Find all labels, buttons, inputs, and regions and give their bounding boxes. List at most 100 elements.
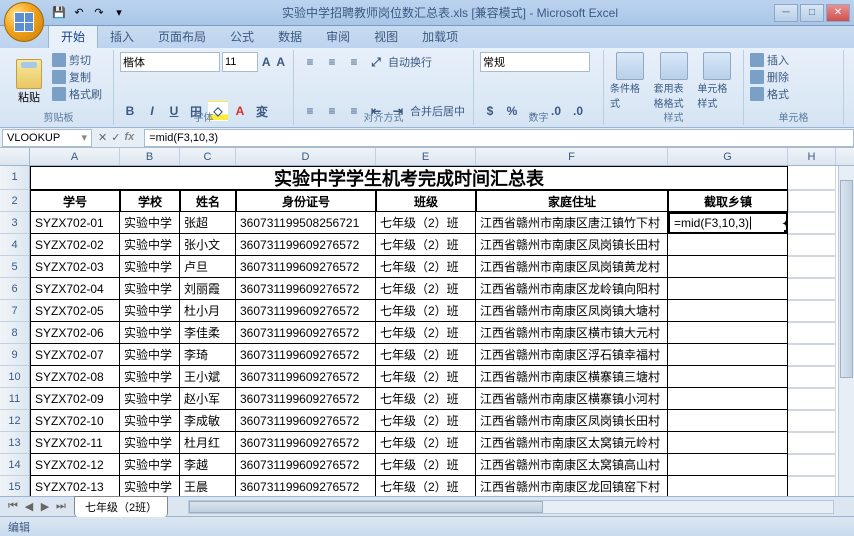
- cell[interactable]: SYZX702-02: [30, 234, 120, 256]
- sheet-title[interactable]: 实验中学学生机考完成时间汇总表: [30, 166, 788, 190]
- cell[interactable]: 李琦: [180, 344, 236, 366]
- cell[interactable]: 七年级（2）班: [376, 432, 476, 454]
- cell[interactable]: 实验中学: [120, 344, 180, 366]
- col-header[interactable]: D: [236, 148, 376, 165]
- cell[interactable]: [668, 366, 788, 388]
- vertical-scrollbar[interactable]: [838, 166, 854, 496]
- cell[interactable]: SYZX702-09: [30, 388, 120, 410]
- cell[interactable]: 江西省赣州市南康区凤岗镇长田村: [476, 234, 668, 256]
- cell[interactable]: [668, 454, 788, 476]
- format-painter-button[interactable]: 格式刷: [52, 86, 102, 102]
- fx-icon[interactable]: fx: [124, 131, 134, 144]
- align-middle-icon[interactable]: ≡: [322, 52, 342, 72]
- cell[interactable]: 江西省赣州市南康区太窝镇元岭村: [476, 432, 668, 454]
- cell[interactable]: 七年级（2）班: [376, 322, 476, 344]
- prev-sheet-icon[interactable]: ◀: [22, 500, 36, 514]
- cell[interactable]: 实验中学: [120, 300, 180, 322]
- table-header[interactable]: 学号: [30, 190, 120, 212]
- table-format-button[interactable]: 套用表格格式: [654, 52, 694, 110]
- cell[interactable]: [668, 476, 788, 496]
- tab-review[interactable]: 审阅: [314, 25, 362, 48]
- cell[interactable]: 360731199609276572: [236, 432, 376, 454]
- maximize-button[interactable]: □: [800, 4, 824, 22]
- cell[interactable]: 李成敏: [180, 410, 236, 432]
- tab-layout[interactable]: 页面布局: [146, 25, 218, 48]
- qat-dropdown-icon[interactable]: ▾: [110, 4, 128, 22]
- cell[interactable]: 江西省赣州市南康区凤岗镇长田村: [476, 410, 668, 432]
- increase-font-icon[interactable]: A: [260, 52, 273, 72]
- cell[interactable]: SYZX702-04: [30, 278, 120, 300]
- cell[interactable]: 实验中学: [120, 410, 180, 432]
- formula-bar[interactable]: =mid(F3,10,3): [144, 129, 854, 147]
- cell[interactable]: 七年级（2）班: [376, 410, 476, 432]
- cell-style-button[interactable]: 单元格样式: [697, 52, 737, 110]
- cell[interactable]: 360731199609276572: [236, 278, 376, 300]
- cell[interactable]: 实验中学: [120, 454, 180, 476]
- horizontal-scrollbar[interactable]: [188, 500, 834, 514]
- save-icon[interactable]: 💾: [50, 4, 68, 22]
- cell[interactable]: 360731199609276572: [236, 410, 376, 432]
- cell[interactable]: 江西省赣州市南康区凤岗镇黄龙村: [476, 256, 668, 278]
- cell[interactable]: 杜月红: [180, 432, 236, 454]
- cell[interactable]: 七年级（2）班: [376, 278, 476, 300]
- cell[interactable]: SYZX702-11: [30, 432, 120, 454]
- cell[interactable]: [668, 278, 788, 300]
- cell[interactable]: SYZX702-06: [30, 322, 120, 344]
- cell[interactable]: SYZX702-12: [30, 454, 120, 476]
- office-button[interactable]: [4, 2, 44, 42]
- tab-view[interactable]: 视图: [362, 25, 410, 48]
- cell[interactable]: 实验中学: [120, 278, 180, 300]
- col-header[interactable]: H: [788, 148, 836, 165]
- cell[interactable]: 实验中学: [120, 212, 180, 234]
- cell[interactable]: 360731199609276572: [236, 344, 376, 366]
- first-sheet-icon[interactable]: ⏮: [6, 500, 20, 514]
- font-size-select[interactable]: [222, 52, 258, 72]
- table-header[interactable]: 家庭住址: [476, 190, 668, 212]
- cell[interactable]: 杜小月: [180, 300, 236, 322]
- close-button[interactable]: ✕: [826, 4, 850, 22]
- cell[interactable]: 实验中学: [120, 256, 180, 278]
- cell[interactable]: 李佳柔: [180, 322, 236, 344]
- col-header[interactable]: B: [120, 148, 180, 165]
- cell[interactable]: SYZX702-08: [30, 366, 120, 388]
- cell[interactable]: [668, 432, 788, 454]
- cell[interactable]: 七年级（2）班: [376, 454, 476, 476]
- cell[interactable]: 张小文: [180, 234, 236, 256]
- insert-cells-button[interactable]: 插入: [750, 52, 837, 68]
- cell[interactable]: SYZX702-10: [30, 410, 120, 432]
- cell[interactable]: [668, 234, 788, 256]
- cell[interactable]: 七年级（2）班: [376, 300, 476, 322]
- delete-cells-button[interactable]: 删除: [750, 69, 837, 85]
- copy-button[interactable]: 复制: [52, 69, 102, 85]
- col-header[interactable]: E: [376, 148, 476, 165]
- undo-icon[interactable]: ↶: [70, 4, 88, 22]
- last-sheet-icon[interactable]: ⏭: [54, 500, 68, 514]
- cell[interactable]: 赵小军: [180, 388, 236, 410]
- scroll-thumb[interactable]: [840, 180, 853, 378]
- cell[interactable]: 江西省赣州市南康区横寨镇三塘村: [476, 366, 668, 388]
- cell[interactable]: 江西省赣州市南康区龙回镇窑下村: [476, 476, 668, 496]
- cell[interactable]: 七年级（2）班: [376, 234, 476, 256]
- table-header[interactable]: 学校: [120, 190, 180, 212]
- cell[interactable]: 江西省赣州市南康区龙岭镇向阳村: [476, 278, 668, 300]
- cell[interactable]: 江西省赣州市南康区浮石镇幸福村: [476, 344, 668, 366]
- col-header[interactable]: G: [668, 148, 788, 165]
- cell[interactable]: [668, 300, 788, 322]
- cell[interactable]: [668, 410, 788, 432]
- cell[interactable]: 360731199609276572: [236, 256, 376, 278]
- cell[interactable]: SYZX702-07: [30, 344, 120, 366]
- tab-addins[interactable]: 加载项: [410, 25, 470, 48]
- tab-insert[interactable]: 插入: [98, 25, 146, 48]
- tab-data[interactable]: 数据: [266, 25, 314, 48]
- cell[interactable]: 江西省赣州市南康区凤岗镇大塘村: [476, 300, 668, 322]
- cell[interactable]: 360731199609276572: [236, 300, 376, 322]
- decrease-font-icon[interactable]: A: [275, 52, 288, 72]
- tab-home[interactable]: 开始: [48, 24, 98, 48]
- table-header[interactable]: 姓名: [180, 190, 236, 212]
- cell[interactable]: 张超: [180, 212, 236, 234]
- cell[interactable]: 七年级（2）班: [376, 256, 476, 278]
- cell[interactable]: 360731199609276572: [236, 454, 376, 476]
- cell[interactable]: 实验中学: [120, 322, 180, 344]
- cell[interactable]: SYZX702-01: [30, 212, 120, 234]
- cell[interactable]: 实验中学: [120, 476, 180, 496]
